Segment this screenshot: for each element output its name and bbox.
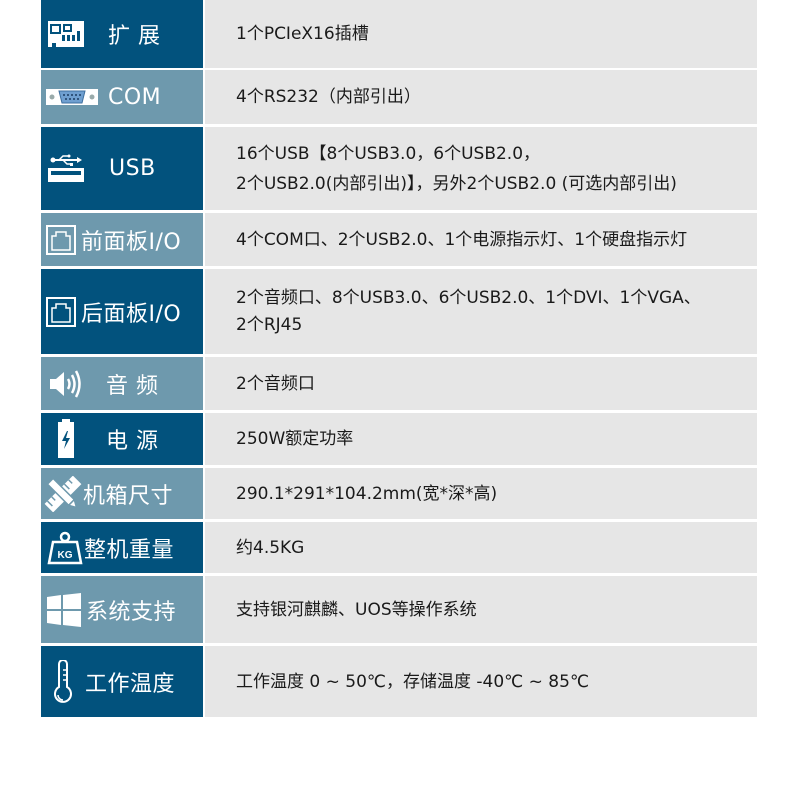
spec-value: 1个PCIeX16插槽 bbox=[236, 24, 369, 44]
spec-label: COM bbox=[108, 84, 162, 110]
spec-label-cell: 后面板I/O bbox=[41, 269, 203, 354]
spec-value-line: 2个音频口、8个USB3.0、6个USB2.0、1个DVI、1个VGA、 bbox=[236, 287, 701, 308]
spec-value-cell: 支持银河麒麟、UOS等操作系统 bbox=[205, 576, 757, 643]
ethernet-port-icon bbox=[43, 222, 79, 258]
spec-value-line: 16个USB【8个USB3.0，6个USB2.0， bbox=[236, 143, 541, 164]
weight-icon-text: KG bbox=[58, 550, 73, 561]
spec-label-cell: 音频 bbox=[41, 357, 203, 410]
spec-label-cell: COM bbox=[41, 70, 203, 124]
spec-label: 系统支持 bbox=[86, 599, 177, 625]
spec-label: 扩展 bbox=[108, 24, 169, 49]
ethernet-port-icon bbox=[43, 294, 79, 330]
spec-label-cell: USB bbox=[41, 127, 203, 210]
spec-label-cell: 扩展 bbox=[41, 0, 203, 68]
spec-value: 4个RS232（内部引出） bbox=[236, 87, 421, 107]
spec-value: 2个音频口 bbox=[236, 373, 315, 394]
spec-label: 音频 bbox=[106, 373, 167, 399]
spec-value-line: 2个RJ45 bbox=[236, 314, 303, 335]
spec-value-cell: 工作温度 0 ~ 50℃，存储温度 -40℃ ~ 85℃ bbox=[205, 646, 757, 717]
usb-icon bbox=[46, 151, 86, 187]
spec-row-com: COM 4个RS232（内部引出） bbox=[41, 70, 757, 124]
spec-value-cell: 约4.5KG bbox=[205, 522, 757, 573]
spec-label-cell: 机箱尺寸 bbox=[41, 468, 203, 519]
expansion-card-icon bbox=[46, 16, 86, 52]
spec-value-cell: 4个RS232（内部引出） bbox=[205, 70, 757, 124]
spec-value-cell: 4个COM口、2个USB2.0、1个电源指示灯、1个硬盘指示灯 bbox=[205, 213, 757, 266]
spec-label-cell: KG 整机重量 bbox=[41, 522, 203, 573]
spec-value: 290.1*291*104.2mm(宽*深*高) bbox=[236, 483, 498, 504]
spec-label: 前面板I/O bbox=[81, 229, 182, 255]
spec-value-cell: 290.1*291*104.2mm(宽*深*高) bbox=[205, 468, 757, 519]
spec-value-cell: 16个USB【8个USB3.0，6个USB2.0， 2个USB2.0(内部引出)… bbox=[205, 127, 757, 210]
spec-value: 工作温度 0 ~ 50℃，存储温度 -40℃ ~ 85℃ bbox=[236, 671, 590, 692]
battery-icon bbox=[46, 419, 86, 458]
spec-label-cell: 电源 bbox=[41, 413, 203, 465]
spec-row-power: 电源 250W额定功率 bbox=[41, 413, 757, 465]
weight-icon: KG bbox=[46, 530, 84, 566]
spec-label-cell: 系统支持 bbox=[41, 576, 203, 643]
spec-row-chassis-size: 机箱尺寸 290.1*291*104.2mm(宽*深*高) bbox=[41, 468, 757, 519]
spec-value: 4个COM口、2个USB2.0、1个电源指示灯、1个硬盘指示灯 bbox=[236, 229, 688, 250]
serial-port-icon bbox=[46, 79, 98, 115]
spec-value: 支持银河麒麟、UOS等操作系统 bbox=[236, 599, 477, 620]
spec-label-cell: 工作温度 bbox=[41, 646, 203, 717]
spec-row-expansion: 扩展 1个PCIeX16插槽 bbox=[41, 0, 757, 68]
spec-value-cell: 2个音频口 bbox=[205, 357, 757, 410]
spec-value: 250W额定功率 bbox=[236, 429, 354, 449]
spec-row-operating-temp: 工作温度 工作温度 0 ~ 50℃，存储温度 -40℃ ~ 85℃ bbox=[41, 646, 757, 717]
spec-label: 电源 bbox=[106, 429, 167, 454]
spec-row-audio: 音频 2个音频口 bbox=[41, 357, 757, 410]
spec-row-front-panel-io: 前面板I/O 4个COM口、2个USB2.0、1个电源指示灯、1个硬盘指示灯 bbox=[41, 213, 757, 266]
windows-icon bbox=[46, 592, 82, 628]
spec-value-cell: 2个音频口、8个USB3.0、6个USB2.0、1个DVI、1个VGA、 2个R… bbox=[205, 269, 757, 354]
spec-row-usb: USB 16个USB【8个USB3.0，6个USB2.0， 2个USB2.0(内… bbox=[41, 127, 757, 210]
spec-table: 扩展 1个PCIeX16插槽 COM 4个RS232（内部引出） USB 16个… bbox=[41, 0, 757, 720]
spec-label: 机箱尺寸 bbox=[83, 483, 174, 509]
speaker-icon bbox=[46, 366, 86, 402]
spec-value-cell: 250W额定功率 bbox=[205, 413, 757, 465]
thermometer-icon bbox=[49, 659, 77, 704]
spec-row-weight: KG 整机重量 约4.5KG bbox=[41, 522, 757, 573]
spec-value-cell: 1个PCIeX16插槽 bbox=[205, 0, 757, 68]
spec-label: 后面板I/O bbox=[81, 301, 182, 327]
spec-label: USB bbox=[109, 156, 156, 181]
spec-value: 约4.5KG bbox=[236, 537, 305, 558]
ruler-pencil-icon bbox=[43, 475, 83, 512]
spec-label: 整机重量 bbox=[84, 537, 175, 563]
spec-label-cell: 前面板I/O bbox=[41, 213, 203, 266]
spec-row-os-support: 系统支持 支持银河麒麟、UOS等操作系统 bbox=[41, 576, 757, 643]
spec-value-line: 2个USB2.0(内部引出)】，另外2个USB2.0 (可选内部引出) bbox=[236, 173, 677, 194]
spec-row-rear-panel-io: 后面板I/O 2个音频口、8个USB3.0、6个USB2.0、1个DVI、1个V… bbox=[41, 269, 757, 354]
spec-label: 工作温度 bbox=[85, 671, 176, 697]
